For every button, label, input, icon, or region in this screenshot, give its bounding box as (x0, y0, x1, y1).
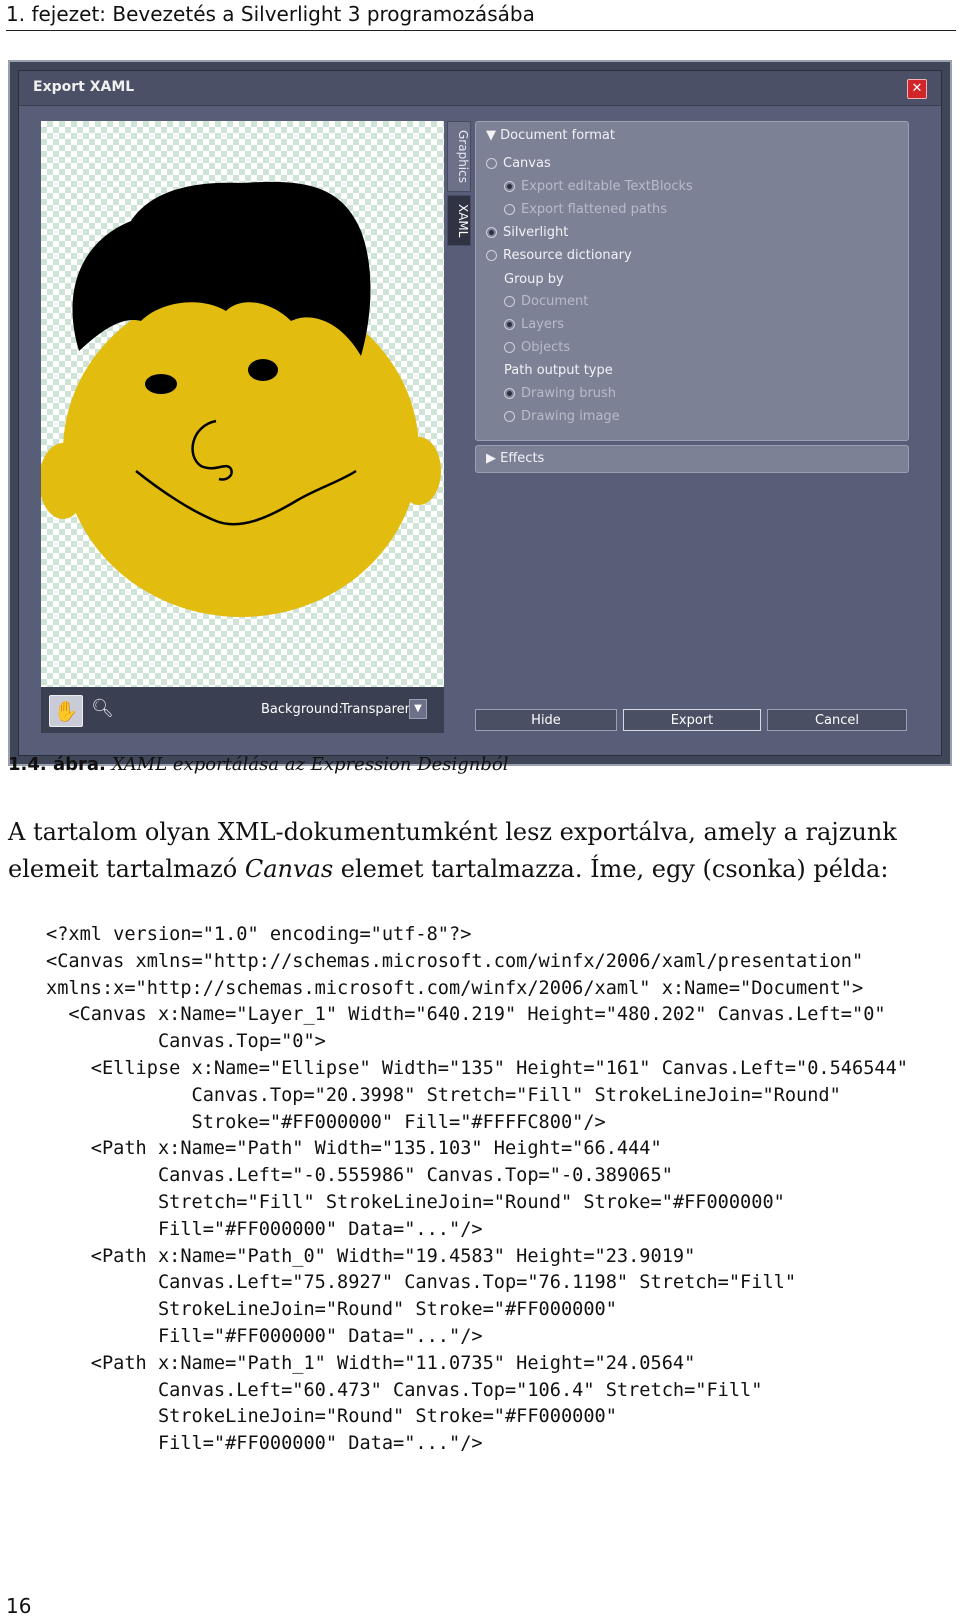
radio-silverlight-label: Silverlight (503, 225, 569, 240)
dialog-titlebar: Export XAML ✕ (19, 71, 941, 106)
code-line: <Path x:Name="Path_1" Width="11.0735" He… (46, 1352, 696, 1374)
radio-group-document-icon (504, 296, 515, 307)
group-by-label: Group by (504, 272, 564, 287)
figure-screenshot: Export XAML ✕ Graphics XAML ✋ 🔍︎ Backgro… (8, 60, 952, 766)
radio-group-layers-icon (504, 319, 515, 330)
export-button[interactable]: Export (623, 709, 761, 731)
radio-silverlight[interactable]: Silverlight (486, 225, 568, 240)
radio-canvas-label: Canvas (503, 156, 551, 171)
preview-toolbar: ✋ 🔍︎ Background: Transparent ▼ (41, 687, 444, 733)
caption-text: XAML exportálása az Expression Designból (111, 754, 509, 775)
radio-group-layers-label: Layers (521, 317, 565, 332)
radio-group-objects[interactable]: Objects (504, 340, 570, 355)
code-line: Fill="#FF000000" Data="..."/> (46, 1218, 483, 1240)
document-format-heading[interactable]: ▼ Document format (486, 128, 615, 143)
code-listing: <?xml version="1.0" encoding="utf-8"?> <C… (46, 922, 908, 1458)
tab-graphics[interactable]: Graphics (447, 121, 471, 192)
face-drawing (41, 181, 441, 617)
radio-group-objects-icon (504, 342, 515, 353)
side-tabs: Graphics XAML (447, 121, 471, 249)
paragraph-line-1: A tartalom olyan XML-dokumentumként lesz… (8, 818, 897, 846)
radio-export-editable-textblocks[interactable]: Export editable TextBlocks (504, 179, 693, 194)
radio-brush-label: Drawing brush (521, 386, 617, 401)
radio-group-document-label: Document (521, 294, 589, 309)
background-select[interactable]: Transparent (341, 702, 418, 717)
code-line: <Canvas xmlns="http://schemas.microsoft.… (46, 950, 864, 972)
radio-flattened-icon (504, 204, 515, 215)
cancel-button[interactable]: Cancel (767, 709, 907, 731)
radio-brush-icon (504, 388, 515, 399)
radio-resource-dictionary[interactable]: Resource dictionary (486, 248, 632, 263)
code-line: Canvas.Left="-0.555986" Canvas.Top="-0.3… (46, 1165, 673, 1187)
code-line: Stroke="#FF000000" Fill="#FFFFC800"/> (46, 1111, 606, 1133)
close-icon[interactable]: ✕ (907, 79, 927, 99)
code-line: <Path x:Name="Path" Width="135.103" Heig… (46, 1138, 662, 1160)
code-line: StrokeLineJoin="Round" Stroke="#FF000000… (46, 1406, 617, 1428)
radio-canvas-icon (486, 158, 497, 169)
code-line: xmlns:x="http://schemas.microsoft.com/wi… (46, 977, 864, 999)
hand-tool-icon[interactable]: ✋ (49, 695, 83, 727)
paragraph-line-2-b: elemet tartalmazza. Íme, egy (csonka) pé… (333, 855, 889, 883)
radio-export-flattened-paths[interactable]: Export flattened paths (504, 202, 667, 217)
dialog-title: Export XAML (33, 79, 135, 95)
body-paragraph: A tartalom olyan XML-dokumentumként lesz… (8, 814, 948, 888)
right-eye (248, 359, 278, 381)
document-format-panel: ▼ Document format Canvas Export editable… (475, 121, 909, 441)
code-line: Canvas.Left="75.8927" Canvas.Top="76.119… (46, 1272, 797, 1294)
export-xaml-dialog: Export XAML ✕ Graphics XAML ✋ 🔍︎ Backgro… (18, 70, 942, 756)
code-line: <Ellipse x:Name="Ellipse" Width="135" He… (46, 1057, 908, 1079)
radio-drawing-brush[interactable]: Drawing brush (504, 386, 616, 401)
preview-canvas[interactable] (41, 121, 444, 711)
code-line: StrokeLineJoin="Round" Stroke="#FF000000… (46, 1299, 617, 1321)
paragraph-line-2-italic: Canvas (244, 855, 334, 883)
tab-xaml[interactable]: XAML (447, 195, 471, 247)
code-line: <?xml version="1.0" encoding="utf-8"?> (46, 924, 472, 945)
radio-image-icon (504, 411, 515, 422)
code-line: Fill="#FF000000" Data="..."/> (46, 1325, 483, 1347)
caption-number: 1.4. ábra. (8, 754, 106, 775)
hide-button[interactable]: Hide (475, 709, 617, 731)
radio-resource-icon (486, 250, 497, 261)
chevron-down-icon[interactable]: ▼ (409, 699, 427, 719)
code-line: Canvas.Left="60.473" Canvas.Top="106.4" … (46, 1379, 763, 1401)
radio-silverlight-icon (486, 227, 497, 238)
code-line: <Path x:Name="Path_0" Width="19.4583" He… (46, 1245, 696, 1267)
code-line: Canvas.Top="20.3998" Stretch="Fill" Stro… (46, 1084, 841, 1106)
code-line: Canvas.Top="0"> (46, 1031, 326, 1053)
radio-group-objects-label: Objects (521, 340, 571, 355)
page-number: 16 (6, 1594, 32, 1618)
radio-image-label: Drawing image (521, 409, 620, 424)
radio-editable-label: Export editable TextBlocks (521, 179, 693, 194)
radio-drawing-image[interactable]: Drawing image (504, 409, 620, 424)
code-line: <Canvas x:Name="Layer_1" Width="640.219"… (46, 1004, 886, 1026)
paragraph-line-2: elemeit tartalmazó Canvas elemet tartalm… (8, 851, 948, 888)
zoom-icon[interactable]: 🔍︎ (91, 698, 115, 722)
left-eye (145, 374, 177, 394)
path-output-type-label: Path output type (504, 363, 613, 378)
effects-panel[interactable]: ▶ Effects (475, 445, 909, 473)
figure-caption: 1.4. ábra. XAML exportálása az Expressio… (8, 754, 509, 775)
effects-heading[interactable]: ▶ Effects (486, 451, 544, 466)
radio-group-document[interactable]: Document (504, 294, 588, 309)
radio-flattened-label: Export flattened paths (521, 202, 667, 217)
radio-resource-label: Resource dictionary (503, 248, 632, 263)
radio-editable-icon (504, 181, 515, 192)
code-line: Fill="#FF000000" Data="..."/> (46, 1433, 483, 1455)
running-header: 1. fejezet: Bevezetés a Silverlight 3 pr… (6, 2, 956, 31)
radio-group-layers[interactable]: Layers (504, 317, 564, 332)
radio-canvas[interactable]: Canvas (486, 156, 551, 171)
background-label: Background: (261, 702, 343, 717)
code-line: Stretch="Fill" StrokeLineJoin="Round" St… (46, 1191, 785, 1213)
paragraph-line-2-a: elemeit tartalmazó (8, 855, 245, 883)
